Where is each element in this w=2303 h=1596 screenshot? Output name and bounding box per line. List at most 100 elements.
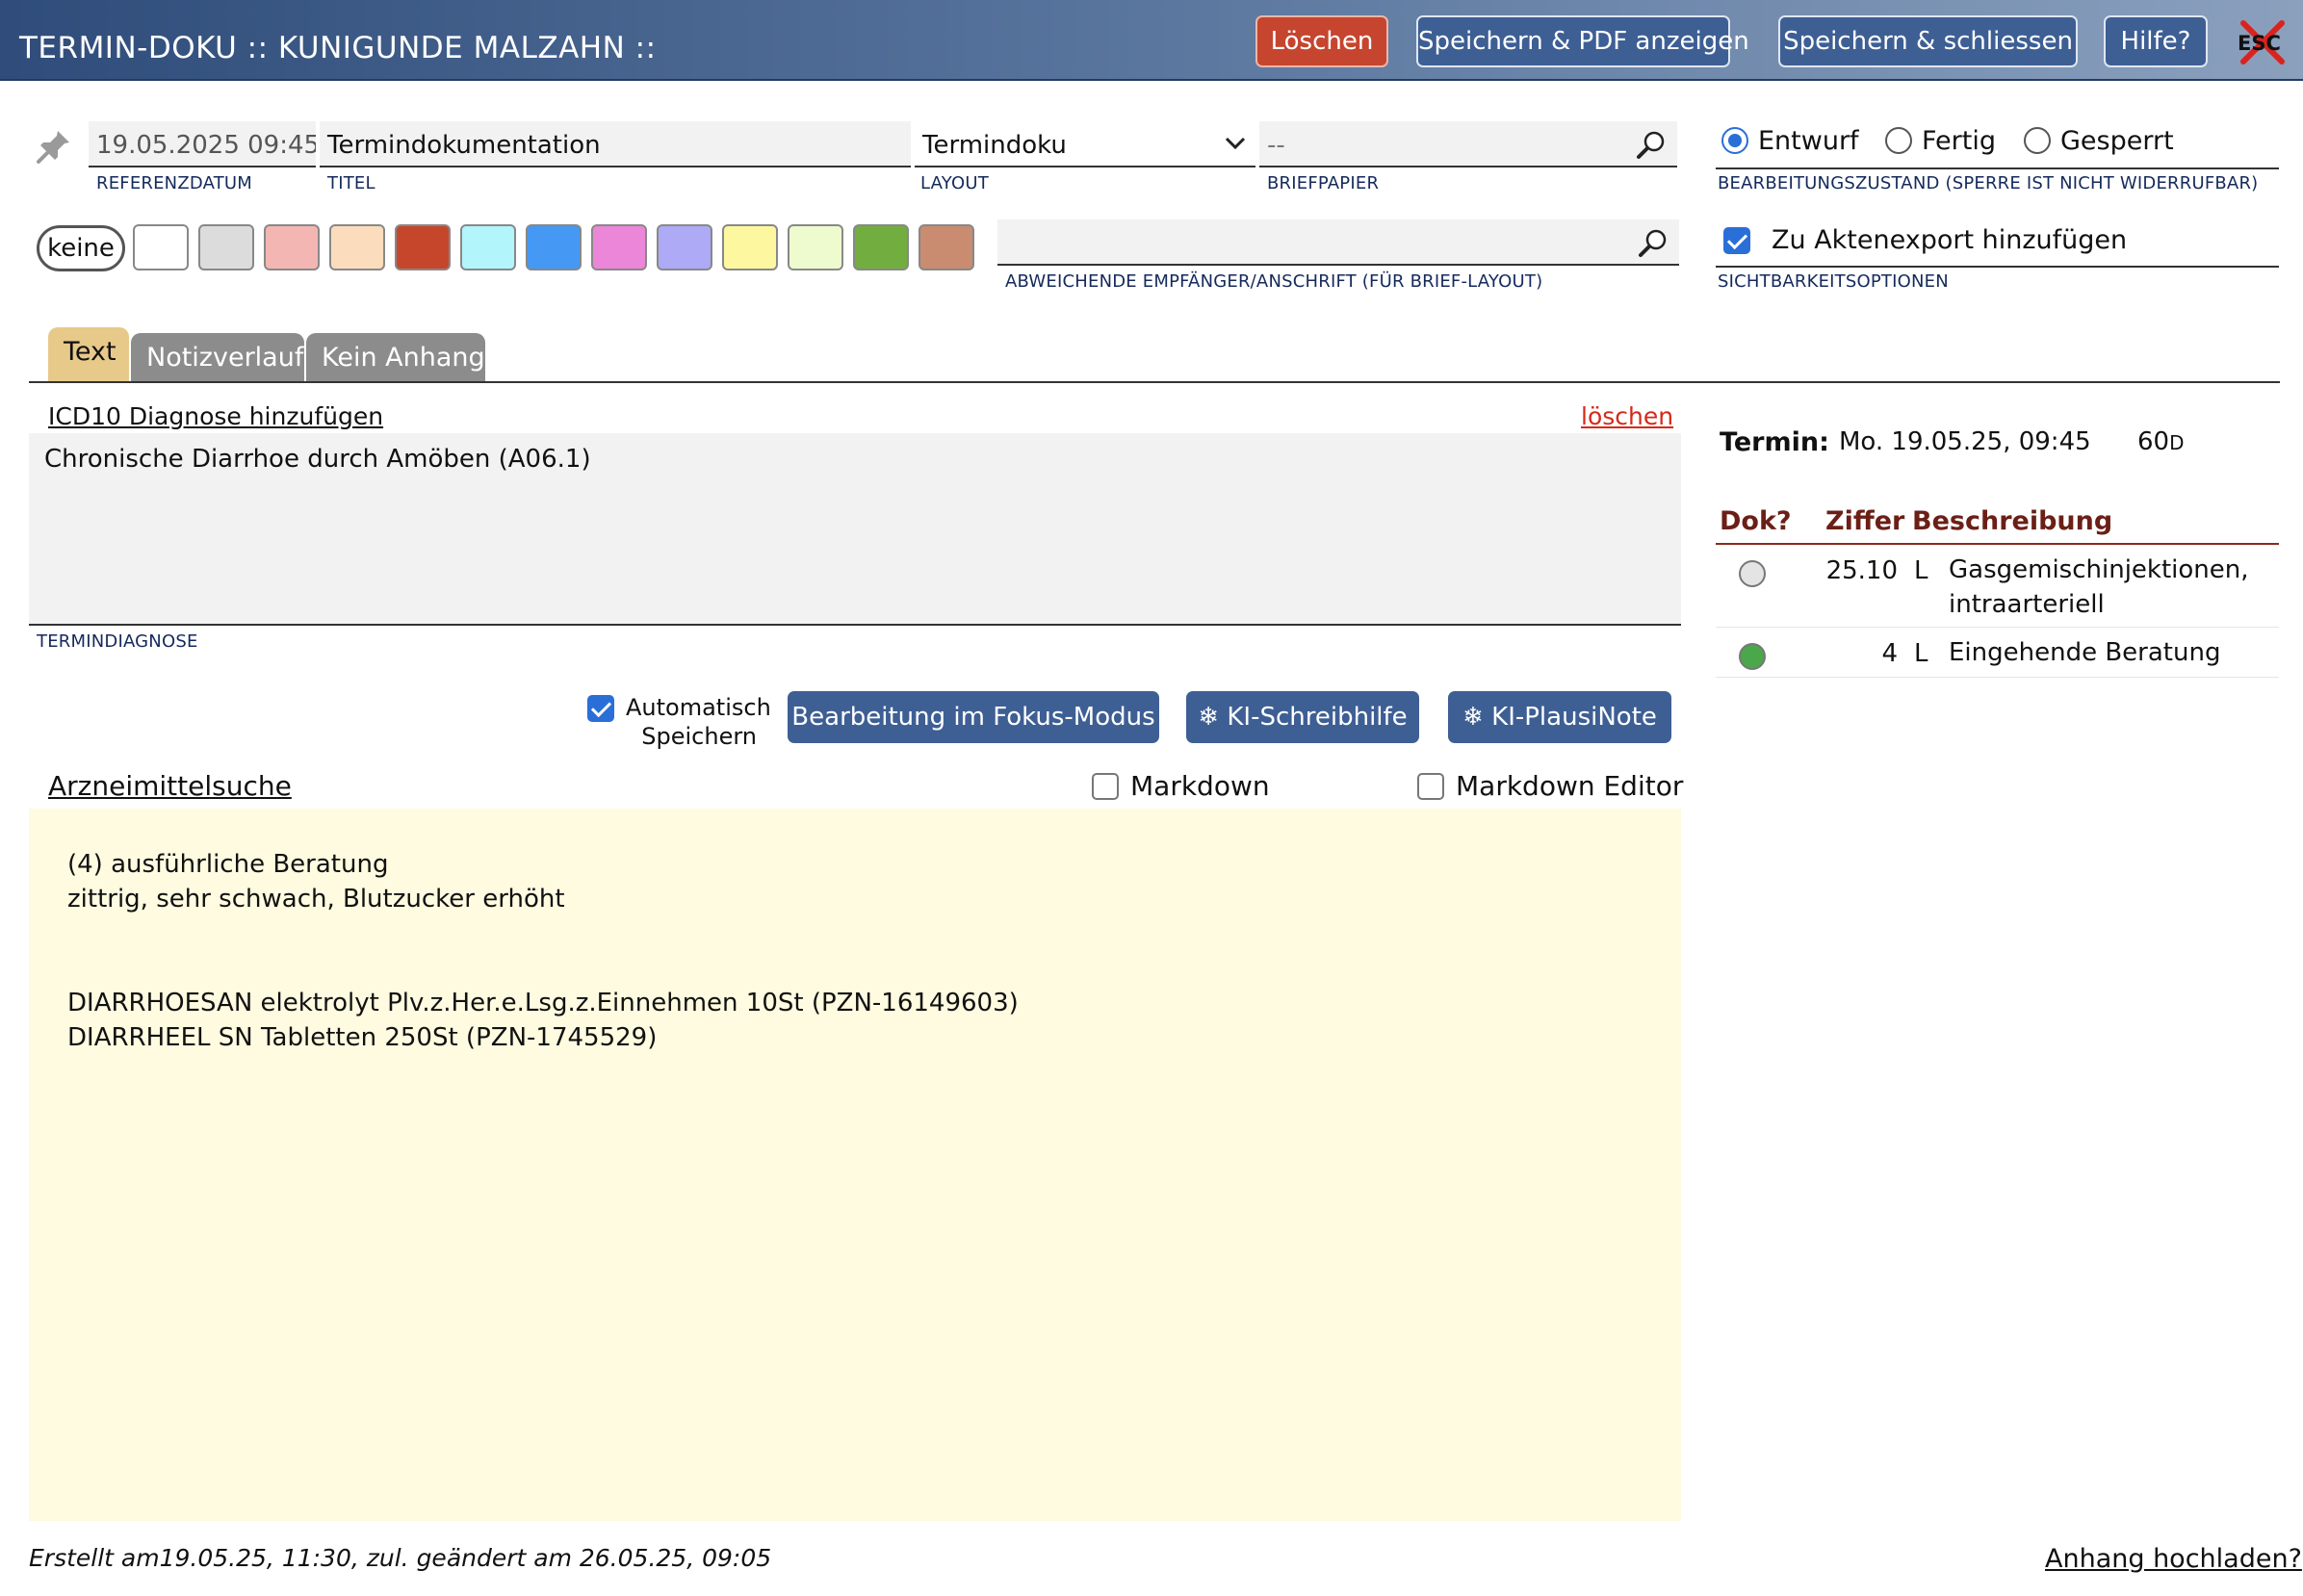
letterhead-field[interactable]: -- — [1259, 121, 1677, 167]
tab-notes-history[interactable]: Notizverlauf — [131, 333, 304, 381]
color-swatch[interactable] — [264, 224, 320, 270]
appointment-date: Mo. 19.05.25, 09:45 — [1839, 427, 2091, 456]
export-checkbox[interactable] — [1723, 226, 1750, 254]
status-radio-draft[interactable] — [1721, 127, 1748, 154]
color-swatch[interactable] — [919, 224, 974, 270]
color-swatch[interactable] — [788, 224, 843, 270]
status-option-locked[interactable]: Gesperrt — [2024, 121, 2174, 160]
status-radio-locked[interactable] — [2024, 127, 2051, 154]
status-radio-done[interactable] — [1885, 127, 1912, 154]
upload-attachment-link[interactable]: Anhang hochladen? — [2045, 1544, 2302, 1574]
billing-header-documented: Dok? — [1720, 506, 1792, 536]
status-option-draft[interactable]: Entwurf — [1721, 121, 1859, 160]
appointment-duration: 60D — [2137, 427, 2185, 456]
visibility-divider — [1716, 266, 2279, 268]
ai-plausi-note-label: KI-PlausiNote — [1491, 703, 1657, 732]
export-label: Zu Aktenexport hinzufügen — [1772, 225, 2128, 255]
window-title: TERMIN-DOKU :: KUNIGUNDE MALZAHN :: — [19, 31, 657, 65]
save-pdf-button[interactable]: Speichern & PDF anzeigen — [1416, 15, 1749, 67]
drug-search-link[interactable]: Arzneimittelsuche — [48, 770, 292, 802]
billing-header-description: Beschreibung — [1912, 506, 2113, 536]
visibility-label: SICHTBARKEITSOPTIONEN — [1718, 271, 1949, 292]
help-button[interactable]: Hilfe? — [2104, 15, 2208, 67]
snowflake-icon: ❄ — [1462, 703, 1484, 732]
snowflake-icon: ❄ — [1198, 703, 1220, 732]
billing-type: L — [1914, 556, 1928, 585]
billing-code: 4 — [1881, 639, 1898, 668]
documented-status-dot[interactable] — [1739, 560, 1766, 587]
status-divider — [1716, 167, 2279, 169]
billing-description: Eingehende Beratung — [1949, 638, 2221, 667]
pin-icon[interactable] — [35, 127, 73, 166]
status-label-draft: Entwurf — [1758, 125, 1859, 156]
add-icd10-diagnosis-link[interactable]: ICD10 Diagnose hinzufügen — [48, 402, 383, 430]
layout-label: LAYOUT — [920, 173, 989, 193]
title-field[interactable]: Termindokumentation — [320, 121, 911, 167]
esc-close-icon[interactable]: ESC — [2236, 17, 2290, 67]
export-option[interactable]: Zu Aktenexport hinzufügen — [1723, 225, 2127, 255]
note-editor[interactable]: (4) ausführliche Beratung zittrig, sehr … — [29, 809, 1681, 1521]
appointment-label: Termin: — [1720, 427, 1829, 457]
delete-diagnosis-link[interactable]: löschen — [1581, 402, 1673, 430]
search-icon[interactable] — [1637, 227, 1669, 260]
delete-button[interactable]: Löschen — [1255, 15, 1388, 67]
autosave-option[interactable]: Automatisch Speichern — [587, 693, 771, 751]
status-option-done[interactable]: Fertig — [1885, 121, 1996, 160]
color-swatch[interactable] — [722, 224, 778, 270]
markdown-checkbox[interactable] — [1092, 772, 1119, 800]
color-swatch[interactable] — [329, 224, 385, 270]
color-swatch[interactable] — [395, 224, 451, 270]
color-none-button[interactable]: keine — [37, 225, 125, 271]
color-swatch[interactable] — [853, 224, 909, 270]
billing-type: L — [1914, 639, 1928, 668]
ai-writing-help-button[interactable]: ❄ KI-Schreibhilfe — [1186, 691, 1419, 743]
esc-label: ESC — [2238, 32, 2281, 55]
duration-value: 60 — [2137, 427, 2170, 456]
color-swatch[interactable] — [198, 224, 254, 270]
status-label: BEARBEITUNGSZUSTAND (SPERRE IST NICHT WI… — [1718, 173, 2259, 193]
billing-code: 25.10 — [1825, 556, 1898, 585]
recipient-field[interactable] — [997, 219, 1679, 266]
markdown-option[interactable]: Markdown — [1092, 770, 1270, 802]
search-icon[interactable] — [1635, 129, 1668, 162]
markdown-label: Markdown — [1130, 770, 1270, 802]
layout-value: Termindoku — [922, 131, 1067, 160]
letterhead-label: BRIEFPAPIER — [1267, 173, 1380, 193]
ai-plausi-note-button[interactable]: ❄ KI-PlausiNote — [1448, 691, 1671, 743]
color-swatch[interactable] — [657, 224, 712, 270]
save-close-button[interactable]: Speichern & schliessen — [1778, 15, 2078, 67]
status-label-locked: Gesperrt — [2060, 125, 2174, 156]
reference-date-label: REFERENZDATUM — [96, 173, 253, 193]
diagnosis-textarea[interactable]: Chronische Diarrhoe durch Amöben (A06.1) — [29, 433, 1681, 626]
ai-writing-help-label: KI-Schreibhilfe — [1227, 703, 1408, 732]
diagnosis-label: TERMINDIAGNOSE — [37, 631, 198, 652]
autosave-label: Automatisch Speichern — [626, 694, 771, 750]
markdown-editor-label: Markdown Editor — [1456, 770, 1684, 802]
billing-header-code: Ziffer — [1825, 506, 1905, 536]
tab-divider — [29, 381, 2280, 383]
billing-description: Gasgemischinjektionen, intraarteriell — [1949, 555, 2249, 619]
header-bar: TERMIN-DOKU :: KUNIGUNDE MALZAHN :: Lösc… — [0, 0, 2303, 81]
tab-text[interactable]: Text — [48, 327, 129, 381]
color-swatch[interactable] — [133, 224, 189, 270]
status-label-done: Fertig — [1922, 125, 1996, 156]
markdown-editor-option[interactable]: Markdown Editor — [1417, 770, 1683, 802]
tab-attachment[interactable]: Kein Anhang — [306, 333, 485, 381]
created-modified-info: Erstellt am19.05.25, 11:30, zul. geänder… — [29, 1544, 772, 1572]
billing-row[interactable]: 4 L Eingehende Beratung — [1716, 628, 2279, 678]
billing-row[interactable]: 25.10 L Gasgemischinjektionen, intraarteri… — [1716, 545, 2279, 628]
color-swatch[interactable] — [526, 224, 582, 270]
color-swatch[interactable] — [460, 224, 516, 270]
reference-date-field[interactable]: 19.05.2025 09:45 — [89, 121, 316, 167]
letterhead-value: -- — [1267, 131, 1285, 160]
chevron-down-icon — [1225, 137, 1246, 150]
title-label: TITEL — [327, 173, 375, 193]
autosave-checkbox[interactable] — [587, 695, 614, 722]
layout-select[interactable]: Termindoku — [915, 121, 1255, 167]
documented-status-dot[interactable] — [1739, 643, 1766, 670]
duration-unit: D — [2169, 431, 2185, 454]
recipient-label: ABWEICHENDE EMPFÄNGER/ANSCHRIFT (FÜR BRI… — [1005, 271, 1543, 292]
focus-mode-button[interactable]: Bearbeitung im Fokus-Modus — [788, 691, 1159, 743]
markdown-editor-checkbox[interactable] — [1417, 772, 1444, 800]
color-swatch[interactable] — [591, 224, 647, 270]
